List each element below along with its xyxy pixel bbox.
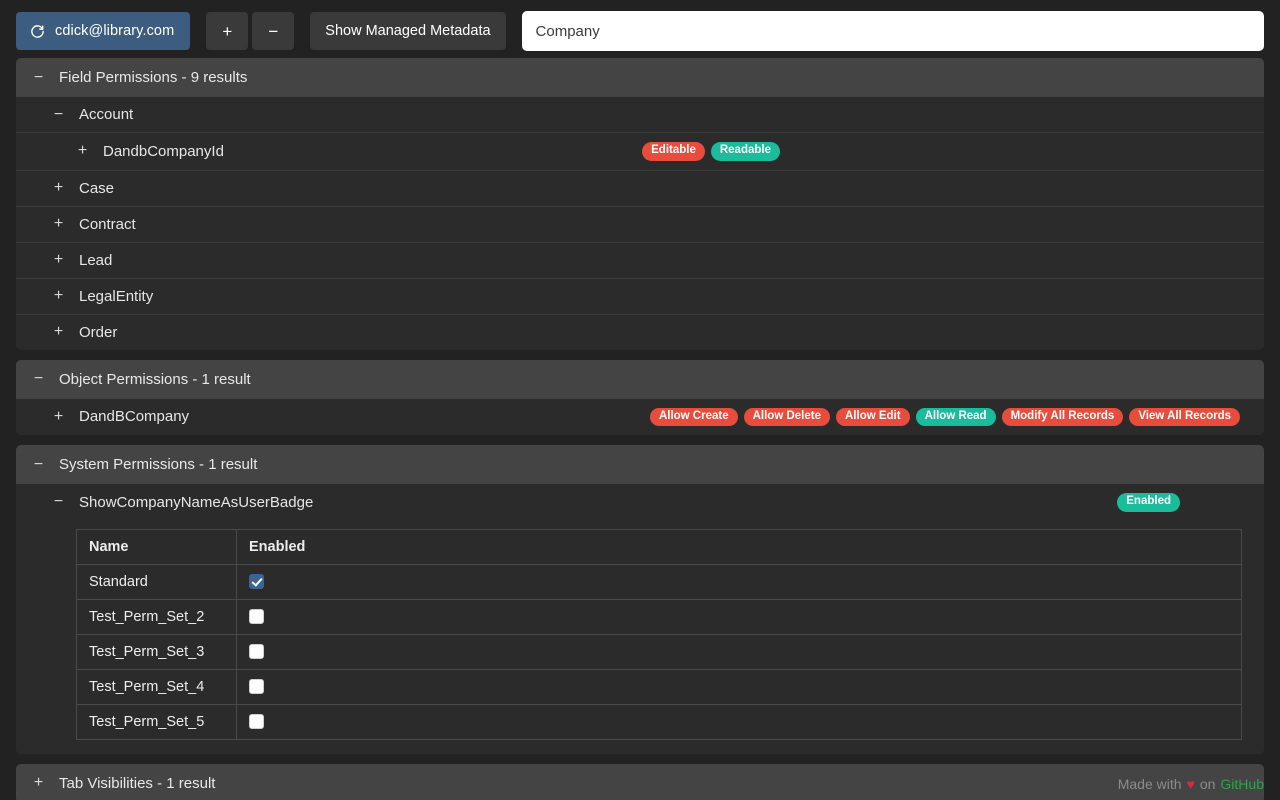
cell-enabled xyxy=(236,703,1242,740)
tree-row-legalentity[interactable]: + LegalEntity xyxy=(16,279,1264,315)
enabled-checkbox[interactable] xyxy=(249,714,264,730)
cell-enabled xyxy=(236,598,1242,635)
tree-row-showcompanynameasuserbadge[interactable]: − ShowCompanyNameAsUserBadge Enabled xyxy=(16,484,1264,521)
expand-all-button[interactable]: + xyxy=(206,12,249,50)
permission-set-table-wrapper: Name Enabled Standard Test_Perm_Set_2 Te… xyxy=(16,521,1264,754)
section-tab-visibilities: + Tab Visibilities - 1 result xyxy=(16,763,1264,800)
tree-row-label: DandBCompany xyxy=(79,408,190,426)
tree-row-order[interactable]: + Order xyxy=(16,315,1264,350)
section-header-field-permissions[interactable]: − Field Permissions - 9 results xyxy=(16,58,1264,97)
badge-group: Enabled xyxy=(1117,493,1250,512)
section-title: Object Permissions - 1 result xyxy=(59,370,251,388)
badge-group: Editable Readable xyxy=(642,142,1250,161)
expand-toggle-icon[interactable]: + xyxy=(52,252,65,268)
expand-toggle-icon[interactable]: + xyxy=(76,143,89,159)
tree-row-label: ShowCompanyNameAsUserBadge xyxy=(79,493,314,511)
section-system-permissions: − System Permissions - 1 result − ShowCo… xyxy=(16,445,1264,754)
collapse-all-button[interactable]: − xyxy=(252,12,295,50)
search-input[interactable] xyxy=(521,11,1264,51)
expand-toggle-icon[interactable]: + xyxy=(52,288,65,304)
cell-permission-set-name: Standard xyxy=(76,563,237,600)
status-badge-allow-edit: Allow Edit xyxy=(836,407,910,426)
tree-row-label: Case xyxy=(79,179,115,197)
footer-made-with-label: Made with xyxy=(1117,776,1182,792)
table-row: Test_Perm_Set_5 xyxy=(76,703,1242,740)
expand-toggle-icon[interactable]: + xyxy=(32,775,45,791)
permission-set-table: Name Enabled Standard Test_Perm_Set_2 Te… xyxy=(76,528,1242,740)
collapse-toggle-icon[interactable]: − xyxy=(52,106,65,123)
cell-permission-set-name: Test_Perm_Set_4 xyxy=(76,668,237,705)
table-row: Test_Perm_Set_3 xyxy=(76,633,1242,670)
status-badge-enabled: Enabled xyxy=(1117,493,1180,512)
expand-collapse-group: + − xyxy=(206,12,295,50)
tree-row-case[interactable]: + Case xyxy=(16,171,1264,207)
status-badge-view-all-records: View All Records xyxy=(1129,407,1240,426)
user-refresh-button[interactable]: cdick@library.com xyxy=(16,12,191,50)
section-field-permissions: − Field Permissions - 9 results − Accoun… xyxy=(16,58,1264,350)
collapse-toggle-icon[interactable]: − xyxy=(32,371,45,387)
cell-permission-set-name: Test_Perm_Set_5 xyxy=(76,703,237,740)
status-badge-allow-create: Allow Create xyxy=(649,407,738,426)
enabled-checkbox[interactable] xyxy=(249,574,264,590)
collapse-toggle-icon[interactable]: − xyxy=(32,456,45,473)
status-badge-modify-all-records: Modify All Records xyxy=(1001,407,1124,426)
tree-row-label: Lead xyxy=(79,251,113,269)
table-row: Test_Perm_Set_4 xyxy=(76,668,1242,705)
github-link[interactable]: GitHub xyxy=(1220,776,1264,792)
expand-toggle-icon[interactable]: + xyxy=(52,216,65,232)
section-header-system-permissions[interactable]: − System Permissions - 1 result xyxy=(16,445,1264,484)
enabled-checkbox[interactable] xyxy=(249,679,264,695)
status-badge-allow-read: Allow Read xyxy=(915,407,996,426)
tree-row-dandbcompany[interactable]: + DandBCompany Allow Create Allow Delete… xyxy=(16,399,1264,436)
cell-permission-set-name: Test_Perm_Set_3 xyxy=(76,633,237,670)
section-header-object-permissions[interactable]: − Object Permissions - 1 result xyxy=(16,359,1264,399)
column-header-name: Name xyxy=(76,528,237,565)
cell-permission-set-name: Test_Perm_Set_2 xyxy=(76,598,237,635)
expand-toggle-icon[interactable]: + xyxy=(52,408,65,425)
table-row: Test_Perm_Set_2 xyxy=(76,598,1242,635)
status-badge-editable: Editable xyxy=(642,142,705,161)
heart-icon: ♥ xyxy=(1186,776,1195,792)
expand-toggle-icon[interactable]: + xyxy=(52,324,65,340)
cell-enabled xyxy=(236,633,1242,670)
top-toolbar: cdick@library.com + − Show Managed Metad… xyxy=(0,0,1280,58)
column-header-enabled: Enabled xyxy=(236,528,1242,565)
section-title: Tab Visibilities - 1 result xyxy=(59,774,216,792)
tree-row-label: Contract xyxy=(79,215,136,233)
section-object-permissions: − Object Permissions - 1 result + DandBC… xyxy=(16,359,1264,436)
tree-row-label: DandbCompanyId xyxy=(103,142,224,160)
table-row: Standard xyxy=(76,563,1242,600)
tree-row-label: Account xyxy=(79,106,134,123)
status-badge-allow-delete: Allow Delete xyxy=(743,407,830,426)
collapse-toggle-icon[interactable]: − xyxy=(32,69,45,86)
show-managed-metadata-button[interactable]: Show Managed Metadata xyxy=(310,12,506,50)
footer: Made with ♥ on GitHub xyxy=(1118,776,1264,792)
section-title: Field Permissions - 9 results xyxy=(59,69,248,86)
tree-row-label: Order xyxy=(79,323,118,341)
tree-row-account[interactable]: − Account xyxy=(16,97,1264,133)
badge-group: Allow Create Allow Delete Allow Edit All… xyxy=(649,407,1250,426)
tree-row-contract[interactable]: + Contract xyxy=(16,207,1264,243)
user-email-label: cdick@library.com xyxy=(55,23,175,39)
section-title: System Permissions - 1 result xyxy=(59,456,258,473)
section-header-tab-visibilities[interactable]: + Tab Visibilities - 1 result xyxy=(16,763,1264,800)
enabled-checkbox[interactable] xyxy=(249,609,264,625)
collapse-toggle-icon[interactable]: − xyxy=(52,494,65,510)
table-header-row: Name Enabled xyxy=(76,528,1242,565)
enabled-checkbox[interactable] xyxy=(249,644,264,660)
status-badge-readable: Readable xyxy=(710,142,780,161)
permissions-content: − Field Permissions - 9 results − Accoun… xyxy=(0,58,1280,800)
tree-row-lead[interactable]: + Lead xyxy=(16,243,1264,279)
cell-enabled xyxy=(236,563,1242,600)
tree-row-dandbcompanyid[interactable]: + DandbCompanyId Editable Readable xyxy=(16,133,1264,171)
refresh-icon xyxy=(30,24,45,39)
cell-enabled xyxy=(236,668,1242,705)
expand-toggle-icon[interactable]: + xyxy=(52,180,65,196)
tree-row-label: LegalEntity xyxy=(79,287,154,305)
footer-on-label: on xyxy=(1199,776,1216,792)
